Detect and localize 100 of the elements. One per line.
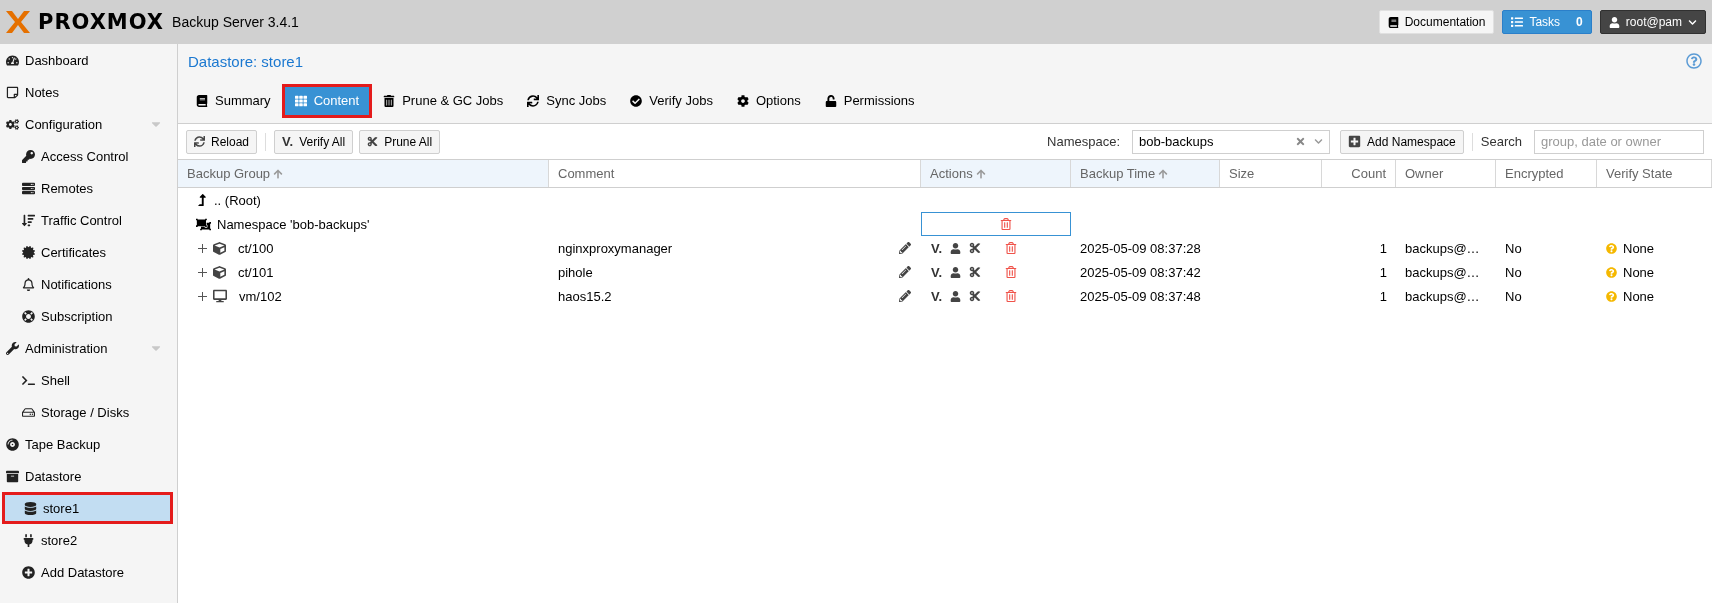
namespace-select[interactable]: bob-backups xyxy=(1132,129,1331,154)
column-header[interactable]: Backup Time xyxy=(1071,160,1220,187)
group-name: .. (Root) xyxy=(214,192,261,208)
book-icon xyxy=(1387,16,1399,28)
documentation-button[interactable]: Documentation xyxy=(1378,10,1495,34)
drive-icon xyxy=(22,405,35,419)
sidebar-item[interactable]: Storage / Disks xyxy=(0,396,177,428)
tab[interactable]: Sync Jobs xyxy=(517,86,617,115)
terminal-icon xyxy=(22,373,35,387)
pencil-icon[interactable] xyxy=(899,242,911,254)
verify-state: None xyxy=(1623,240,1655,256)
column-header[interactable]: Actions xyxy=(921,160,1071,187)
gears-icon xyxy=(6,117,19,131)
comment-text: pihole xyxy=(558,264,593,280)
search-field[interactable]: group, date or owner xyxy=(1534,129,1704,154)
list-icon xyxy=(1511,16,1524,28)
sort-arrow-icon xyxy=(273,168,284,179)
sidebar-item[interactable]: Tape Backup xyxy=(0,428,177,460)
snapshot-count: 1 xyxy=(1378,288,1388,304)
verify-action[interactable]: V. xyxy=(931,288,943,304)
sort-arrow-icon xyxy=(1158,168,1169,179)
tab[interactable]: Permissions xyxy=(814,86,925,115)
user-menu-button[interactable]: root@pam xyxy=(1599,10,1706,34)
product-name: Backup Server 3.4.1 xyxy=(172,14,299,30)
verify-all-button[interactable]: V. Verify All xyxy=(274,129,354,154)
verify-action[interactable]: V. xyxy=(931,264,943,280)
grid-icon xyxy=(294,94,307,107)
tab[interactable]: Summary xyxy=(186,86,281,115)
owner-text: backups@… xyxy=(1404,288,1481,304)
sidebar-item[interactable]: Notifications xyxy=(0,268,177,300)
group-name: vm/102 xyxy=(239,288,282,304)
question-icon xyxy=(1606,290,1617,302)
pencil-icon[interactable] xyxy=(899,266,911,278)
comment-text: nginxproxymanager xyxy=(558,240,673,256)
wrench-icon xyxy=(6,341,19,355)
sidebar-item[interactable]: Certificates xyxy=(0,236,177,268)
gauge-icon xyxy=(6,53,19,67)
cube-icon xyxy=(213,241,226,255)
question-icon xyxy=(1606,266,1617,278)
expander-icon[interactable] xyxy=(198,267,207,277)
user-icon[interactable] xyxy=(950,290,962,302)
tab[interactable]: Verify Jobs xyxy=(620,86,723,115)
server-icon xyxy=(22,181,35,195)
book-icon xyxy=(196,94,208,107)
sync-icon xyxy=(194,136,205,147)
add-namespace-button[interactable]: Add Namespace xyxy=(1340,129,1464,154)
user-icon[interactable] xyxy=(950,266,962,278)
backup-time: 2025-05-09 08:37:48 xyxy=(1079,288,1202,304)
expander-icon[interactable] xyxy=(198,243,207,253)
backup-time: 2025-05-09 08:37:42 xyxy=(1079,264,1202,280)
search-label: Search xyxy=(1480,134,1522,149)
sync-icon xyxy=(527,94,540,107)
scissors-icon[interactable] xyxy=(969,266,982,278)
scissors-icon[interactable] xyxy=(969,242,982,254)
sidebar-item[interactable]: Subscription xyxy=(0,300,177,332)
scissors-icon xyxy=(367,136,379,147)
verify-action[interactable]: V. xyxy=(931,240,943,256)
level-up-icon xyxy=(196,194,208,206)
archive-icon xyxy=(6,469,19,483)
trash-icon[interactable] xyxy=(1005,266,1018,278)
pencil-icon[interactable] xyxy=(899,290,911,302)
sidebar-item[interactable]: Configuration xyxy=(0,108,177,140)
sidebar-item[interactable]: Administration xyxy=(0,332,177,364)
bars-icon xyxy=(22,213,35,227)
sidebar-item[interactable]: Shell xyxy=(0,364,177,396)
owner-text: backups@… xyxy=(1404,264,1481,280)
help-icon[interactable] xyxy=(1686,53,1702,69)
sidebar-item[interactable]: Datastore xyxy=(0,460,177,492)
column-header[interactable]: Backup Group xyxy=(178,160,549,187)
group-name: ct/101 xyxy=(238,264,274,280)
prune-all-button[interactable]: Prune All xyxy=(359,129,441,154)
trash-icon[interactable] xyxy=(1005,242,1018,254)
sidebar-item[interactable]: store1 xyxy=(2,492,173,524)
trash-icon xyxy=(383,94,396,107)
sidebar-item[interactable]: Remotes xyxy=(0,172,177,204)
group-name: Namespace 'bob-backups' xyxy=(217,216,370,232)
tab[interactable]: Prune & GC Jobs xyxy=(373,86,514,115)
trash-icon[interactable] xyxy=(1005,290,1018,302)
namespace-icon xyxy=(196,216,211,232)
sidebar-item[interactable]: Dashboard xyxy=(0,44,177,76)
expander-icon[interactable] xyxy=(198,291,207,301)
user-icon[interactable] xyxy=(950,242,962,254)
sidebar-item[interactable]: store2 xyxy=(0,524,177,556)
question-icon xyxy=(1606,242,1617,254)
sidebar-item[interactable]: Notes xyxy=(0,76,177,108)
scissors-icon[interactable] xyxy=(969,290,982,302)
sidebar-item[interactable]: Add Datastore xyxy=(0,556,177,588)
database-icon xyxy=(24,501,37,515)
encrypted-text: No xyxy=(1504,264,1523,280)
reload-button[interactable]: Reload xyxy=(186,129,258,154)
group-name: ct/100 xyxy=(238,240,274,256)
trash-icon[interactable] xyxy=(999,218,1012,230)
verify-state: None xyxy=(1623,288,1655,304)
tab[interactable]: Options xyxy=(726,86,811,115)
sort-arrow-icon xyxy=(975,168,986,179)
clear-icon[interactable] xyxy=(1295,136,1307,147)
sidebar-item[interactable]: Traffic Control xyxy=(0,204,177,236)
sidebar-item[interactable]: Access Control xyxy=(0,140,177,172)
gear-icon xyxy=(736,94,749,107)
encrypted-text: No xyxy=(1504,240,1523,256)
